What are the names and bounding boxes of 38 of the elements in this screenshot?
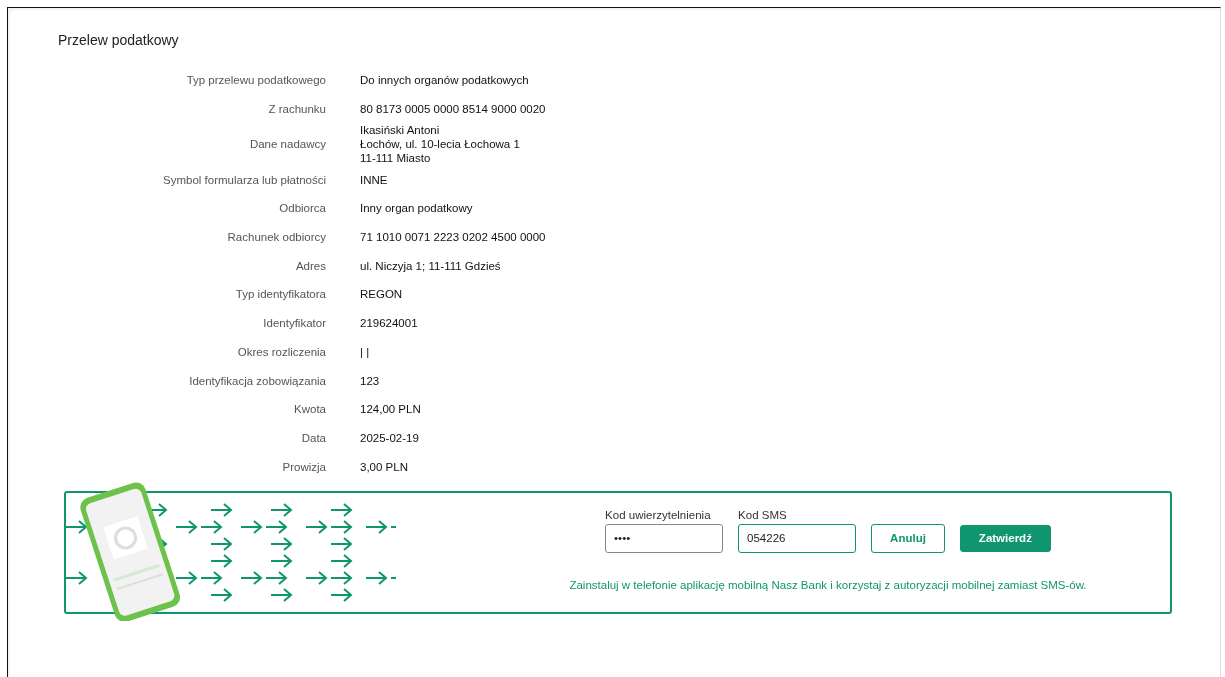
- field-value: Do innych organów podatkowych: [360, 73, 529, 88]
- field-label: Okres rozliczenia: [236, 344, 326, 360]
- field-label: Z rachunku: [267, 102, 326, 118]
- field-label: Dane nadawcy: [248, 137, 326, 153]
- field-label: Identyfikator: [262, 316, 326, 332]
- field-value: INNE: [360, 172, 388, 187]
- field-label: Adres: [294, 258, 326, 274]
- field-value: 124,00 PLN: [360, 402, 421, 417]
- field-label: Odbiorca: [278, 201, 326, 217]
- field-value: 11-111 Miasto: [360, 151, 431, 166]
- field-label: Kwota: [293, 402, 326, 418]
- field-value: 2025-02-19: [360, 430, 419, 445]
- field-label: Typ przelewu podatkowego: [185, 73, 326, 89]
- field-label: Data: [300, 430, 326, 446]
- info-text: Zainstaluj w telefonie aplikację mobilną Nasz Bank i korzystaj z autoryzacji mobilnej zamiast SMS-ów.: [569, 578, 1087, 591]
- input-field[interactable]: 054226: [738, 523, 857, 553]
- field-value: 219624001: [360, 316, 418, 331]
- field-value: Łochów, ul. 10-lecia Łochowa 1: [360, 137, 520, 152]
- page-title: Przelew podatkowy: [58, 32, 180, 48]
- input-label: Kod SMS: [738, 508, 788, 521]
- field-label: Prowizja: [281, 459, 326, 475]
- field-value: 80 8173 0005 0000 8514 9000 0020: [360, 102, 546, 117]
- input-field[interactable]: ••••: [605, 523, 724, 553]
- input-label: Kod uwierzytelnienia: [605, 508, 712, 521]
- field-label: Rachunek odbiorcy: [226, 230, 326, 246]
- field-value: 71 1010 0071 2223 0202 4500 0000: [360, 230, 546, 245]
- field-value: 123: [360, 373, 380, 388]
- field-value: REGON: [360, 287, 403, 302]
- confirm-button[interactable]: Zatwierdź: [959, 524, 1051, 552]
- field-label: Identyfikacja zobowiązania: [188, 373, 326, 389]
- cancel-button[interactable]: Anuluj: [871, 523, 945, 553]
- field-label: Typ identyfikatora: [234, 287, 326, 303]
- field-value: | |: [360, 344, 370, 359]
- field-label: Symbol formularza lub płatności: [162, 172, 326, 188]
- field-value: 3,00 PLN: [360, 459, 408, 474]
- field-value: Inny organ podatkowy: [360, 201, 473, 216]
- field-value: Ikasiński Antoni: [360, 123, 440, 138]
- field-value: ul. Niczyja 1; 11-111 Gdzieś: [360, 258, 501, 273]
